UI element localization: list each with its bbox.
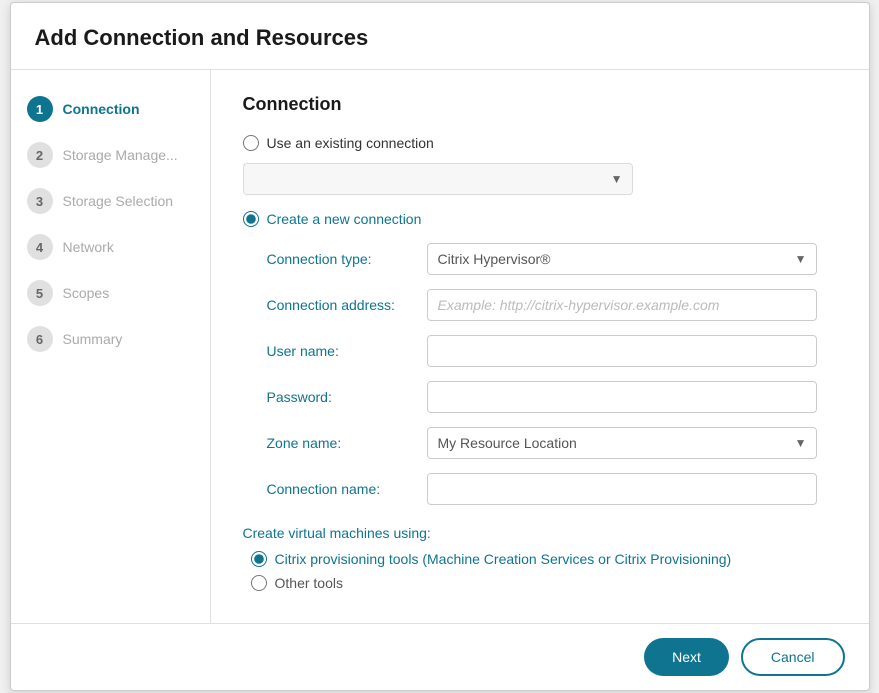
connection-type-wrapper: Citrix Hypervisor® ▼ xyxy=(427,243,817,275)
user-name-wrapper xyxy=(427,335,817,367)
cancel-button[interactable]: Cancel xyxy=(741,638,845,676)
vm-option-other[interactable]: Other tools xyxy=(251,575,837,591)
user-name-row: User name: xyxy=(267,335,837,367)
zone-name-label: Zone name: xyxy=(267,435,427,451)
existing-connection-dropdown-container: ▼ xyxy=(243,163,633,195)
sidebar-item-network-label: Network xyxy=(63,239,114,255)
other-tools-label: Other tools xyxy=(275,575,343,591)
step-circle-4: 4 xyxy=(27,234,53,260)
use-existing-label: Use an existing connection xyxy=(267,135,434,151)
password-input[interactable] xyxy=(427,381,817,413)
connection-address-row: Connection address: xyxy=(267,289,837,321)
user-name-label: User name: xyxy=(267,343,427,359)
zone-name-dropdown-container: My Resource Location ▼ xyxy=(427,427,817,459)
vm-section: Create virtual machines using: Citrix pr… xyxy=(243,525,837,591)
sidebar-item-summary[interactable]: 6 Summary xyxy=(11,316,210,362)
step-circle-2: 2 xyxy=(27,142,53,168)
add-connection-dialog: Add Connection and Resources 1 Connectio… xyxy=(10,2,870,691)
step-circle-5: 5 xyxy=(27,280,53,306)
sidebar-item-storage-manage[interactable]: 2 Storage Manage... xyxy=(11,132,210,178)
password-label: Password: xyxy=(267,389,427,405)
sidebar: 1 Connection 2 Storage Manage... 3 Stora… xyxy=(11,70,211,623)
create-new-label: Create a new connection xyxy=(267,211,422,227)
next-button[interactable]: Next xyxy=(644,638,729,676)
connection-type-select[interactable]: Citrix Hypervisor® xyxy=(427,243,817,275)
dialog-title: Add Connection and Resources xyxy=(11,3,869,70)
dialog-footer: Next Cancel xyxy=(11,623,869,690)
connection-name-row: Connection name: xyxy=(267,473,837,505)
vm-option-citrix[interactable]: Citrix provisioning tools (Machine Creat… xyxy=(251,551,837,567)
sidebar-item-summary-label: Summary xyxy=(63,331,123,347)
sidebar-item-connection-label: Connection xyxy=(63,101,140,117)
citrix-tools-radio[interactable] xyxy=(251,551,267,567)
connection-type-dropdown-container: Citrix Hypervisor® ▼ xyxy=(427,243,817,275)
password-wrapper xyxy=(427,381,817,413)
use-existing-radio-row[interactable]: Use an existing connection xyxy=(243,135,837,151)
connection-address-wrapper xyxy=(427,289,817,321)
dialog-body: 1 Connection 2 Storage Manage... 3 Stora… xyxy=(11,70,869,623)
connection-type-row: Connection type: Citrix Hypervisor® ▼ xyxy=(267,243,837,275)
existing-connection-dropdown-wrapper: ▼ xyxy=(243,163,633,195)
connection-address-label: Connection address: xyxy=(267,297,427,313)
sidebar-item-storage-selection-label: Storage Selection xyxy=(63,193,174,209)
connection-name-wrapper xyxy=(427,473,817,505)
vm-options: Citrix provisioning tools (Machine Creat… xyxy=(251,551,837,591)
step-circle-1: 1 xyxy=(27,96,53,122)
step-circle-3: 3 xyxy=(27,188,53,214)
sidebar-item-storage-selection[interactable]: 3 Storage Selection xyxy=(11,178,210,224)
password-row: Password: xyxy=(267,381,837,413)
other-tools-radio[interactable] xyxy=(251,575,267,591)
main-content: Connection Use an existing connection ▼ … xyxy=(211,70,869,623)
sidebar-item-network[interactable]: 4 Network xyxy=(11,224,210,270)
sidebar-item-scopes[interactable]: 5 Scopes xyxy=(11,270,210,316)
create-new-radio[interactable] xyxy=(243,211,259,227)
use-existing-radio[interactable] xyxy=(243,135,259,151)
zone-name-row: Zone name: My Resource Location ▼ xyxy=(267,427,837,459)
create-new-radio-row[interactable]: Create a new connection xyxy=(243,211,837,227)
existing-connection-select[interactable] xyxy=(243,163,633,195)
zone-name-select[interactable]: My Resource Location xyxy=(427,427,817,459)
sidebar-item-connection[interactable]: 1 Connection xyxy=(11,86,210,132)
user-name-input[interactable] xyxy=(427,335,817,367)
connection-address-input[interactable] xyxy=(427,289,817,321)
zone-name-wrapper: My Resource Location ▼ xyxy=(427,427,817,459)
section-title: Connection xyxy=(243,94,837,115)
step-circle-6: 6 xyxy=(27,326,53,352)
connection-name-input[interactable] xyxy=(427,473,817,505)
vm-section-label: Create virtual machines using: xyxy=(243,525,837,541)
sidebar-item-storage-manage-label: Storage Manage... xyxy=(63,147,178,163)
connection-type-label: Connection type: xyxy=(267,251,427,267)
form-section: Connection type: Citrix Hypervisor® ▼ Co… xyxy=(267,243,837,505)
citrix-tools-label: Citrix provisioning tools (Machine Creat… xyxy=(275,551,732,567)
sidebar-item-scopes-label: Scopes xyxy=(63,285,110,301)
connection-name-label: Connection name: xyxy=(267,481,427,497)
